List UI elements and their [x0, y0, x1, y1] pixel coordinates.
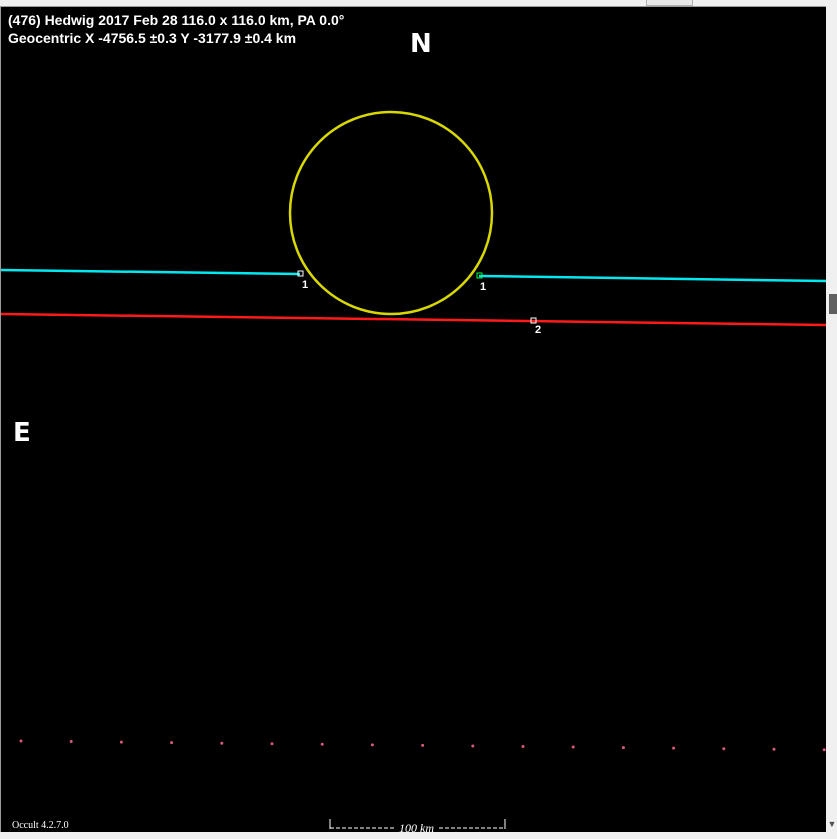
path-dot [119, 740, 123, 744]
plot-area: (476) Hedwig 2017 Feb 28 116.0 x 116.0 k… [0, 6, 827, 833]
asteroid-profile [288, 110, 494, 316]
path-dot [571, 745, 575, 749]
path-dots [19, 739, 826, 752]
north-label: N [410, 29, 432, 59]
chord-1-right-line [478, 274, 827, 283]
path-dot [69, 740, 73, 743]
path-dot [270, 742, 274, 746]
version-label: Occult 4.2.7.0 [12, 820, 69, 831]
path-dot [220, 741, 224, 745]
path-dot [772, 747, 776, 751]
path-dot [621, 746, 625, 750]
path-dot [421, 743, 425, 747]
chord-1-left-label: 1 [302, 279, 308, 291]
chord-2-line [1, 312, 827, 327]
geocentric-line: Geocentric X -4756.5 ±0.3 Y -3177.9 ±0.4… [8, 30, 296, 46]
east-label: E [13, 418, 31, 448]
profile-plot: (476) Hedwig 2017 Feb 28 116.0 x 116.0 k… [1, 12, 827, 833]
scale-bar: 100 km [329, 819, 506, 833]
path-dot [672, 746, 676, 750]
chord-2-label: 2 [535, 324, 541, 336]
title-line: (476) Hedwig 2017 Feb 28 116.0 x 116.0 k… [8, 12, 344, 28]
vertical-scrollbar[interactable]: ▼ [826, 6, 837, 832]
path-dot [19, 739, 23, 743]
chord-1-right-label: 1 [480, 281, 486, 293]
path-dot [521, 745, 525, 748]
plot-window: (476) Hedwig 2017 Feb 28 116.0 x 116.0 k… [0, 0, 837, 839]
path-dot [471, 744, 475, 748]
path-dot [170, 741, 174, 745]
scrollbar-thumb[interactable] [829, 294, 837, 314]
scroll-down-arrow-icon[interactable]: ▼ [827, 818, 837, 830]
status-strip [0, 832, 837, 839]
path-dot [370, 743, 374, 747]
chord-1-left-line [1, 268, 301, 276]
path-dot [320, 742, 324, 746]
path-dot [722, 747, 726, 751]
